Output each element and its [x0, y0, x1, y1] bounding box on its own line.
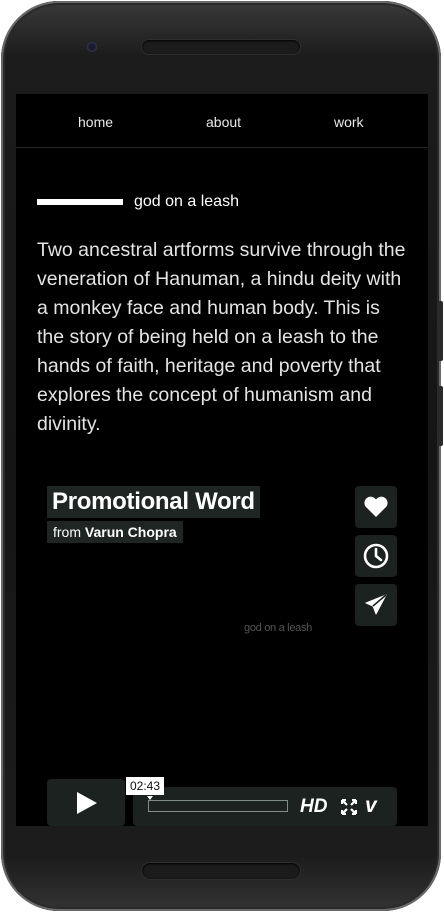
- nav-work[interactable]: work: [334, 114, 364, 130]
- video-player[interactable]: Promotional Word from Varun Chopra god o…: [16, 444, 428, 826]
- project-heading: god on a leash: [37, 193, 239, 211]
- like-button[interactable]: [355, 486, 397, 528]
- hd-toggle[interactable]: HD: [300, 796, 327, 818]
- clock-icon: [363, 543, 389, 569]
- timecode: 02:43: [126, 777, 165, 795]
- bottom-speaker: [142, 863, 300, 879]
- video-watermark: god on a leash: [244, 622, 312, 634]
- screen: home about work god on a leash Two ances…: [16, 94, 428, 826]
- byline-prefix: from: [53, 524, 81, 540]
- power-button: [438, 386, 443, 446]
- fullscreen-button[interactable]: [340, 798, 358, 820]
- video-title[interactable]: Promotional Word: [47, 486, 260, 518]
- top-nav: home about work: [16, 94, 428, 148]
- fullscreen-icon: [340, 798, 358, 816]
- nav-home[interactable]: home: [78, 114, 113, 130]
- video-byline: from Varun Chopra: [47, 521, 183, 543]
- video-controls: 02:43 HD v: [47, 777, 397, 826]
- project-description: Two ancestral artforms survive through t…: [37, 239, 406, 435]
- video-author[interactable]: Varun Chopra: [85, 524, 177, 540]
- watch-later-button[interactable]: [355, 535, 397, 577]
- earpiece-speaker: [142, 40, 300, 54]
- front-camera: [87, 42, 97, 52]
- share-button[interactable]: [355, 584, 397, 626]
- volume-button: [438, 301, 443, 361]
- timecode-pointer: [147, 796, 153, 800]
- nav-about[interactable]: about: [206, 114, 241, 130]
- heading-accent-bar: [37, 199, 123, 205]
- play-icon: [77, 791, 97, 814]
- progress-bar[interactable]: [148, 800, 288, 812]
- play-button[interactable]: [47, 779, 125, 826]
- project-section: god on a leash Two ancestral artforms su…: [16, 148, 428, 445]
- heart-icon: [364, 496, 388, 517]
- send-icon: [365, 594, 387, 615]
- vimeo-logo[interactable]: v: [365, 794, 377, 818]
- project-title: god on a leash: [134, 193, 239, 210]
